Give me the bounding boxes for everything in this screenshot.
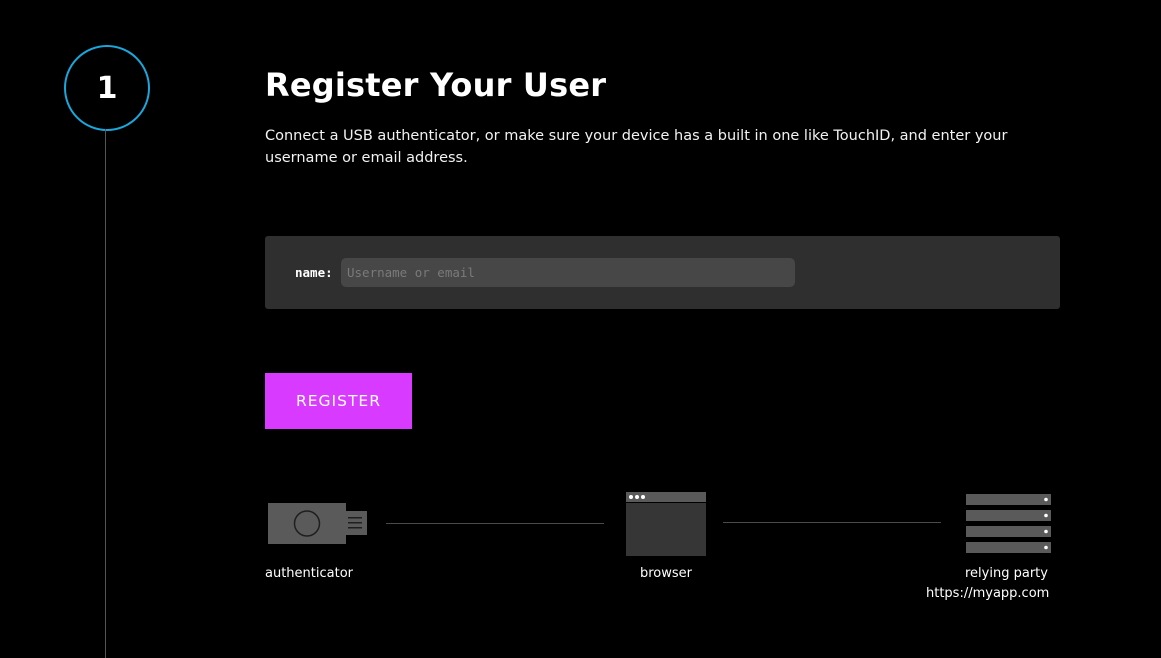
step-number-circle: 1 xyxy=(64,45,150,131)
connector-authenticator-browser xyxy=(386,523,604,524)
browser-window-icon xyxy=(626,492,706,556)
relying-party-label: relying party xyxy=(965,566,1048,581)
relying-party-url: https://myapp.com xyxy=(926,586,1050,601)
page-description: Connect a USB authenticator, or make sur… xyxy=(265,128,1008,166)
server-rack-icon xyxy=(966,494,1051,553)
name-label: name: xyxy=(295,265,333,280)
page-title: Register Your User xyxy=(265,66,607,104)
step-timeline-line xyxy=(105,129,106,658)
register-button[interactable]: REGISTER xyxy=(265,373,412,429)
step-number: 1 xyxy=(96,70,118,106)
authenticator-label: authenticator xyxy=(265,566,353,581)
name-form-panel: name: xyxy=(265,236,1060,309)
page: 1 Register Your User Connect a USB authe… xyxy=(0,0,1161,658)
connector-browser-relying-party xyxy=(723,522,941,523)
usb-key-icon xyxy=(268,503,367,544)
username-input[interactable] xyxy=(341,258,795,287)
browser-label: browser xyxy=(640,566,693,581)
